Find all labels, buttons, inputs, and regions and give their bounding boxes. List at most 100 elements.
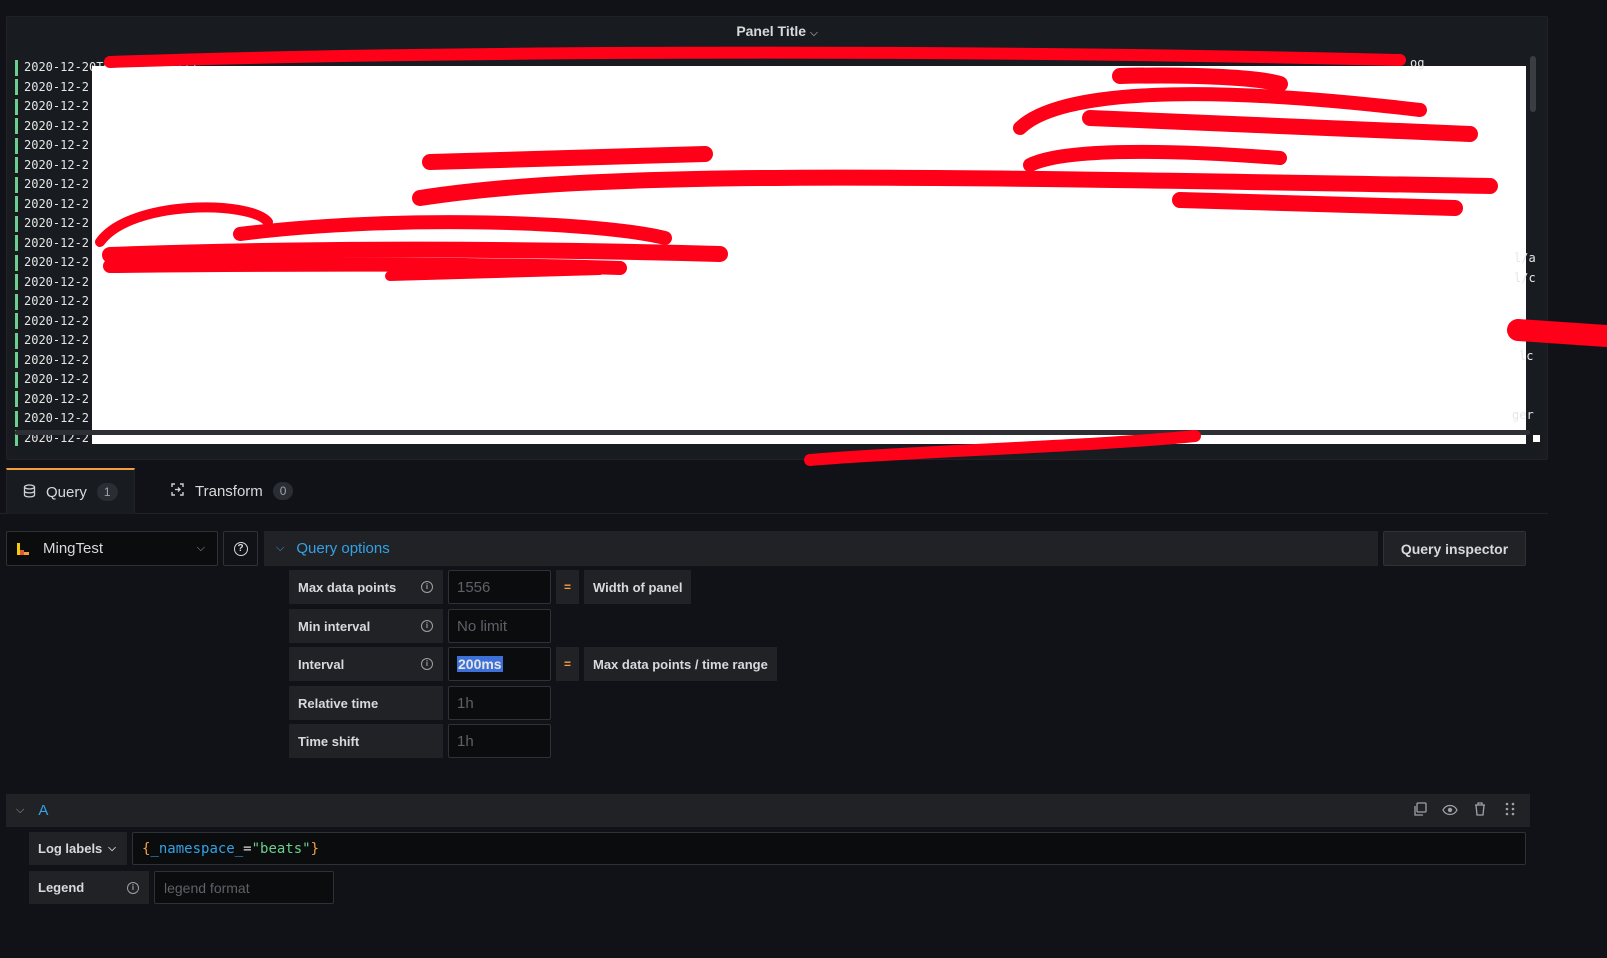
- log-timestamp: 2020-12-2: [24, 333, 90, 347]
- log-timestamp: 2020-12-2: [24, 274, 90, 289]
- chevron-down-icon[interactable]: ⌵: [810, 28, 818, 39]
- eye-icon[interactable]: [1442, 803, 1458, 819]
- interval-desc: Max data points / time range: [584, 647, 777, 681]
- vertical-scrollbar[interactable]: [1530, 56, 1536, 112]
- datasource-name: MingTest: [43, 540, 104, 557]
- relative-time-input[interactable]: 1h: [448, 686, 551, 720]
- log-timestamp: 2020-12-2: [24, 313, 90, 328]
- log-level-indicator: [15, 137, 18, 154]
- question-icon: ?: [233, 541, 248, 556]
- log-level-indicator: [15, 157, 18, 173]
- query-row-actions: [1412, 794, 1518, 827]
- log-timestamp: 2020-12-2: [24, 235, 90, 250]
- query-operator: =: [243, 840, 252, 857]
- legend-format-input[interactable]: [154, 871, 334, 904]
- duplicate-icon[interactable]: [1412, 802, 1428, 819]
- panel-title[interactable]: Panel Title ⌵: [7, 23, 1547, 39]
- log-timestamp: 2020-12-2: [24, 294, 90, 308]
- log-level-indicator: [15, 215, 18, 232]
- horizontal-scrollbar[interactable]: [15, 430, 1530, 435]
- datasource-picker[interactable]: MingTest ⌵: [6, 531, 218, 566]
- equals-sign: =: [556, 570, 579, 604]
- min-interval-input[interactable]: No limit: [448, 609, 551, 643]
- log-level-indicator: [15, 274, 18, 290]
- loki-datasource-icon: [17, 542, 29, 555]
- tab-count-badge: 0: [272, 482, 294, 500]
- log-level-indicator: [15, 293, 18, 310]
- max-data-points-desc: Width of panel: [584, 570, 692, 604]
- log-fragment: ger: [1512, 408, 1534, 422]
- chevron-down-icon: ⌵: [108, 843, 116, 854]
- option-label-text: Min interval: [298, 618, 371, 634]
- query-row-header[interactable]: ⌵ A: [6, 794, 1530, 827]
- log-level-indicator: [15, 371, 18, 388]
- log-timestamp: 2020-12-2: [24, 411, 90, 425]
- redaction-overlay: [92, 66, 1526, 444]
- log-fragment: l/a: [1514, 251, 1536, 265]
- log-timestamp: 2020-12-2: [24, 216, 90, 230]
- transform-icon: [170, 482, 185, 500]
- time-shift-input[interactable]: 1h: [448, 724, 551, 758]
- log-timestamp: 2020-12-2: [24, 138, 90, 152]
- interval-label: Interval i: [289, 647, 443, 681]
- drag-handle-icon[interactable]: [1502, 802, 1518, 819]
- log-timestamp: 2020-12-2: [24, 372, 90, 386]
- query-brace-open: {: [142, 840, 151, 857]
- log-level-indicator: [15, 254, 18, 271]
- query-options-label: Query options: [296, 540, 390, 557]
- log-level-indicator: [15, 410, 18, 427]
- log-timestamp: 2020-12-2: [24, 196, 90, 211]
- log-timestamp: 2020-12-2: [24, 99, 90, 113]
- log-level-indicator: [15, 235, 18, 251]
- log-level-indicator: [15, 196, 18, 212]
- query-brace-close: }: [310, 840, 320, 857]
- log-labels-button[interactable]: Log labels ⌵: [29, 832, 127, 865]
- time-shift-label: Time shift: [289, 724, 443, 758]
- tab-count-badge: 1: [96, 483, 118, 501]
- option-label-text: Max data points: [298, 579, 397, 595]
- log-level-indicator: [15, 176, 18, 193]
- equals-sign: =: [556, 647, 579, 681]
- max-data-points-input[interactable]: 1556: [448, 570, 551, 604]
- tab-query[interactable]: Query 1: [6, 468, 135, 514]
- relative-time-label: Relative time: [289, 686, 443, 720]
- log-level-indicator: [15, 118, 18, 134]
- max-data-points-label: Max data points i: [289, 570, 443, 604]
- min-interval-label: Min interval i: [289, 609, 443, 643]
- input-placeholder: 1h: [457, 732, 474, 750]
- trash-icon[interactable]: [1472, 802, 1488, 819]
- legend-label-text: Legend: [38, 880, 85, 895]
- log-timestamp: 2020-12-2: [24, 391, 90, 406]
- log-timestamp: 2020-12-2: [24, 157, 90, 172]
- tab-transform[interactable]: Transform 0: [170, 468, 310, 514]
- option-label-text: Relative time: [298, 695, 379, 711]
- chevron-down-icon: ⌵: [276, 542, 285, 554]
- log-level-indicator: [15, 59, 18, 76]
- resize-handle[interactable]: [1533, 435, 1540, 442]
- chevron-down-icon: ⌵: [196, 542, 205, 554]
- log-timestamp: 2020-12-2: [24, 118, 90, 133]
- log-level-indicator: [15, 391, 18, 407]
- info-icon[interactable]: i: [421, 581, 433, 593]
- info-icon[interactable]: i: [421, 620, 433, 632]
- help-button[interactable]: ?: [223, 531, 258, 566]
- interval-input[interactable]: 200ms: [448, 647, 551, 681]
- log-labels-text: Log labels: [38, 841, 103, 856]
- database-icon: [23, 483, 36, 501]
- selected-text: 200ms: [457, 656, 503, 672]
- chevron-down-icon[interactable]: ⌵: [16, 804, 24, 817]
- info-icon[interactable]: i: [421, 658, 433, 670]
- log-level-indicator: [15, 79, 18, 95]
- log-level-indicator: [15, 313, 18, 329]
- panel-title-text[interactable]: Panel Title: [736, 23, 806, 39]
- log-fragment: l/c: [1514, 271, 1536, 285]
- log-level-indicator: [15, 332, 18, 349]
- query-options-toggle[interactable]: ⌵ Query options: [264, 531, 1378, 566]
- log-timestamp: 2020-12-2: [24, 255, 90, 269]
- log-fragment: lc: [1519, 349, 1534, 363]
- input-placeholder: 1h: [457, 694, 474, 712]
- query-expression-editor[interactable]: {_namespace_ = "beats"}: [132, 832, 1526, 865]
- info-icon[interactable]: i: [127, 881, 139, 894]
- query-inspector-button[interactable]: Query inspector: [1383, 531, 1526, 566]
- query-label-value: "beats": [251, 840, 311, 857]
